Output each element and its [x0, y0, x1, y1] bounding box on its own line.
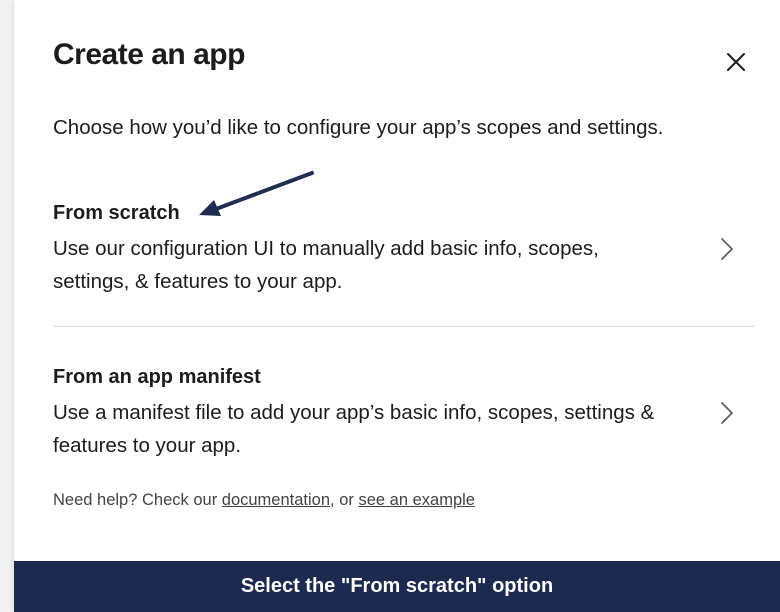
option-divider [53, 326, 755, 327]
option-from-app-manifest[interactable]: From an app manifest Use a manifest file… [53, 364, 755, 464]
help-middle: , or [330, 491, 359, 509]
chevron-right-icon [721, 402, 733, 424]
modal-title: Create an app [53, 38, 245, 71]
help-prefix: Need help? Check our [53, 491, 222, 509]
modal-intro-text: Choose how you’d like to configure your … [53, 116, 664, 139]
create-app-modal: Create an app Choose how you’d like to c… [14, 0, 780, 612]
close-button[interactable] [722, 48, 750, 76]
documentation-link[interactable]: documentation [222, 491, 330, 509]
banner-text: Select the "From scratch" option [240, 575, 554, 597]
option-description: Use our configuration UI to manually add… [53, 237, 599, 293]
chevron-right-icon [721, 238, 733, 260]
close-icon [727, 53, 745, 71]
see-example-link[interactable]: see an example [358, 491, 475, 509]
instruction-banner: Select the "From scratch" option [14, 561, 780, 612]
page: Create an app Choose how you’d like to c… [0, 0, 780, 612]
help-text: Need help? Check our documentation, or s… [53, 491, 475, 510]
option-title: From an app manifest [53, 366, 261, 388]
option-title: From scratch [53, 202, 180, 224]
option-from-scratch[interactable]: From scratch Use our configuration UI to… [53, 200, 755, 300]
option-description: Use a manifest file to add your app’s ba… [53, 401, 655, 457]
